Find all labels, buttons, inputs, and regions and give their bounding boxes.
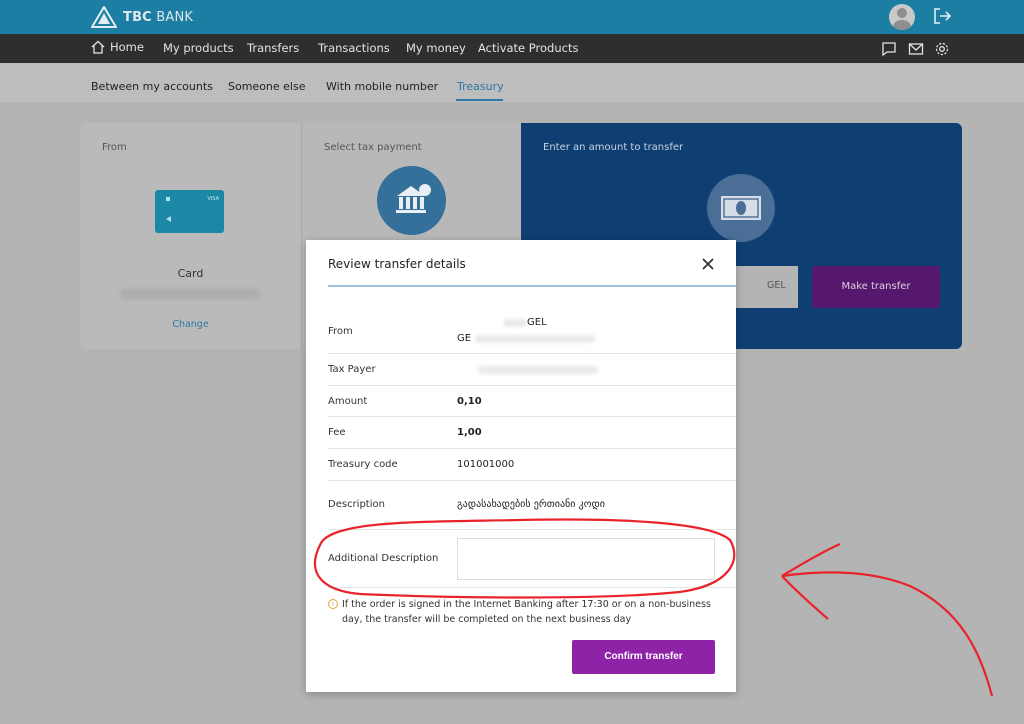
tab-treasury[interactable]: Treasury xyxy=(457,80,504,93)
main-nav: Home My products Transfers Transactions … xyxy=(0,34,1024,63)
tab-someone-else[interactable]: Someone else xyxy=(228,80,305,93)
brand-logo[interactable]: TBC BANK xyxy=(91,6,193,28)
business-day-notice: If the order is signed in the Internet B… xyxy=(342,599,711,625)
detail-row-description: Description გადასახადების ერთიანი კოდი xyxy=(328,481,736,530)
masked-tax-payer xyxy=(478,366,598,374)
nav-my-money[interactable]: My money xyxy=(406,41,466,55)
additional-description-input[interactable] xyxy=(457,538,715,580)
treasury-code-value: 101001000 xyxy=(457,459,515,470)
treasury-building-icon[interactable] xyxy=(377,166,446,235)
change-card-link[interactable]: Change xyxy=(80,319,301,330)
tab-with-mobile-number[interactable]: With mobile number xyxy=(326,80,438,93)
nav-transactions[interactable]: Transactions xyxy=(318,41,390,55)
review-transfer-modal: Review transfer details From GEL GE Tax … xyxy=(306,240,736,692)
row-label: Tax Payer xyxy=(328,364,376,375)
row-label: From xyxy=(328,326,353,337)
tab-between-my-accounts[interactable]: Between my accounts xyxy=(91,80,213,93)
fee-value: 1,00 xyxy=(457,427,482,438)
nav-activate-products[interactable]: Activate Products xyxy=(478,41,578,55)
close-icon[interactable] xyxy=(701,257,715,271)
info-icon: i xyxy=(328,599,338,609)
modal-title: Review transfer details xyxy=(328,257,466,271)
row-label: Treasury code xyxy=(328,459,398,470)
nav-my-products[interactable]: My products xyxy=(163,41,234,55)
detail-row-treasury-code: Treasury code 101001000 xyxy=(328,449,736,481)
active-tab-indicator xyxy=(456,99,503,101)
currency-label: GEL xyxy=(767,280,786,291)
gear-icon[interactable] xyxy=(934,41,950,57)
logout-icon[interactable] xyxy=(932,6,952,26)
amount-input[interactable]: GEL xyxy=(735,266,798,308)
confirm-transfer-button[interactable]: Confirm transfer xyxy=(572,640,715,674)
from-label: From xyxy=(102,142,127,153)
row-label: Additional Description xyxy=(328,553,439,564)
mail-icon[interactable] xyxy=(908,41,924,57)
card-name: Card xyxy=(177,267,204,280)
detail-row-from: From GEL GE xyxy=(328,310,736,354)
masked-value xyxy=(503,319,527,327)
from-account-prefix: GE xyxy=(457,333,472,344)
amount-label: Enter an amount to transfer xyxy=(543,142,684,153)
masked-card-number xyxy=(120,289,260,299)
transfer-tabs: Between my accounts Someone else With mo… xyxy=(0,63,1024,102)
nav-transfers[interactable]: Transfers xyxy=(247,41,299,55)
top-bar: TBC BANK xyxy=(0,0,1024,34)
row-label: Amount xyxy=(328,396,368,407)
description-value: გადასახადების ერთიანი კოდი xyxy=(457,499,605,510)
amount-value: 0,10 xyxy=(457,396,482,407)
nav-home[interactable]: Home xyxy=(91,40,144,54)
nav-home-label: Home xyxy=(110,40,144,54)
make-transfer-button[interactable]: Make transfer xyxy=(812,266,940,308)
chat-icon[interactable] xyxy=(881,41,897,57)
from-balance-currency: GEL xyxy=(527,317,547,328)
from-step-card: From VISA Card Change xyxy=(80,123,301,349)
bank-card-icon[interactable]: VISA xyxy=(155,190,224,233)
detail-row-amount: Amount 0,10 xyxy=(328,386,736,417)
masked-account-number xyxy=(475,335,595,343)
tbc-logo-icon xyxy=(91,6,117,28)
annotation-arrow-head-upper xyxy=(781,542,841,577)
user-avatar-icon[interactable] xyxy=(889,4,915,30)
detail-row-fee: Fee 1,00 xyxy=(328,417,736,449)
modal-title-divider xyxy=(328,285,736,287)
tax-label: Select tax payment xyxy=(324,142,422,153)
detail-row-tax-payer: Tax Payer xyxy=(328,354,736,386)
annotation-arrow-head-lower xyxy=(781,575,829,620)
annotation-arrow-shaft xyxy=(781,571,994,697)
cash-icon xyxy=(707,174,775,242)
home-icon xyxy=(91,40,105,54)
row-label: Description xyxy=(328,499,385,510)
brand-name: TBC BANK xyxy=(123,9,194,25)
row-label: Fee xyxy=(328,427,346,438)
